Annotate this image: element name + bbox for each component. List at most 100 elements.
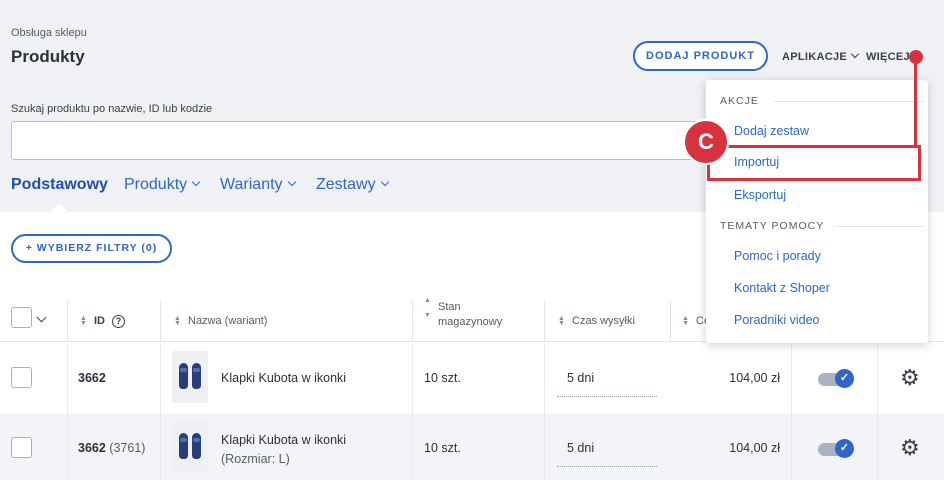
column-id-label: ID: [94, 315, 105, 327]
column-id[interactable]: ▲ ▼ ID ?: [80, 300, 125, 342]
sort-arrows-icon: ▲ ▼: [424, 297, 431, 319]
dropdown-section-actions: AKCJE: [720, 95, 759, 107]
column-shipping[interactable]: ▲ ▼ Czas wysyłki: [558, 300, 635, 342]
tab-basic[interactable]: Podstawowy: [11, 176, 108, 194]
column-divider: [791, 413, 792, 480]
gear-icon[interactable]: ⚙: [900, 437, 920, 459]
column-divider: [412, 413, 413, 480]
more-menu-button[interactable]: WIĘCEJ: [866, 51, 910, 63]
chevron-down-icon: [287, 177, 296, 187]
product-id-value: 3662: [78, 441, 106, 455]
shipping-time[interactable]: 5 dni: [567, 441, 594, 455]
column-divider: [67, 300, 68, 342]
column-divider: [67, 343, 68, 413]
column-divider: [877, 413, 878, 480]
slipper-image: [192, 363, 201, 389]
check-icon: ✓: [835, 369, 854, 388]
divider: [774, 101, 924, 102]
slipper-image: [179, 363, 188, 389]
search-label: Szukaj produktu po nazwie, ID lub kodzie: [11, 103, 213, 115]
table-row: 3662 Klapki Kubota w ikonki 10 szt. 5 dn…: [0, 343, 944, 413]
tab-bundles-label: Zestawy: [316, 176, 376, 193]
column-divider: [67, 413, 68, 480]
product-id: 3662 (3761): [78, 441, 145, 455]
product-name-link[interactable]: Klapki Kubota w ikonki (Rozmiar: L): [221, 431, 346, 469]
menu-item-export[interactable]: Eksportuj: [734, 188, 786, 202]
page-title: Produkty: [11, 47, 85, 66]
select-all-checkbox[interactable]: [11, 307, 32, 328]
table-row: 3662 (3761) Klapki Kubota w ikonki (Rozmi…: [0, 413, 944, 480]
apps-menu-button[interactable]: APLIKACJE: [782, 49, 860, 63]
tab-bundles[interactable]: Zestawy: [316, 176, 389, 194]
active-toggle[interactable]: ✓: [818, 439, 854, 458]
check-icon: ✓: [835, 439, 854, 458]
column-shipping-label: Czas wysyłki: [572, 315, 635, 327]
variant-id: (3761): [109, 441, 146, 455]
search-input[interactable]: [11, 121, 711, 160]
menu-item-contact-shoper[interactable]: Kontakt z Shoper: [734, 281, 830, 295]
column-divider: [412, 343, 413, 413]
column-divider: [791, 343, 792, 413]
stock-value: 10 szt.: [424, 371, 461, 385]
chevron-down-icon: [850, 49, 860, 59]
annotation-pointer-line: [914, 56, 917, 147]
column-divider: [877, 343, 878, 413]
divider: [834, 226, 924, 227]
column-stock[interactable]: ▲ ▼ Stan magazynowy: [424, 297, 503, 342]
choose-filters-button[interactable]: + WYBIERZ FILTRY (0): [11, 234, 172, 263]
product-id: 3662: [78, 371, 106, 385]
shipping-time-underline: [557, 396, 657, 397]
product-name-link[interactable]: Klapki Kubota w ikonki: [221, 369, 346, 388]
row-checkbox[interactable]: [11, 437, 32, 458]
chevron-down-icon[interactable]: [36, 312, 47, 323]
chevron-down-icon: [191, 177, 201, 187]
column-divider: [160, 300, 161, 342]
sort-arrows-icon: ▲ ▼: [174, 315, 181, 327]
menu-item-video-guides[interactable]: Poradniki video: [734, 313, 819, 327]
shipping-time-underline: [557, 466, 657, 467]
column-divider: [412, 300, 413, 342]
row-checkbox[interactable]: [11, 367, 32, 388]
add-product-button[interactable]: DODAJ PRODUKT: [633, 41, 768, 71]
menu-item-help-tips[interactable]: Pomoc i porady: [734, 249, 821, 263]
active-toggle[interactable]: ✓: [818, 369, 854, 388]
column-divider: [544, 300, 545, 342]
column-stock-label-2: magazynowy: [438, 316, 503, 328]
column-divider: [160, 343, 161, 413]
sort-arrows-icon: ▲ ▼: [558, 315, 565, 327]
slipper-image: [179, 433, 188, 459]
tab-products-label: Produkty: [124, 176, 188, 193]
stock-value: 10 szt.: [424, 441, 461, 455]
more-dropdown-menu: AKCJE Dodaj zestaw Importuj Eksportuj TE…: [706, 80, 928, 343]
dropdown-section-help: TEMATY POMOCY: [720, 220, 825, 232]
product-thumbnail[interactable]: [172, 421, 208, 473]
column-divider: [670, 300, 671, 342]
column-name[interactable]: ▲ ▼ Nazwa (wariant): [174, 300, 267, 342]
chevron-down-icon: [380, 177, 389, 187]
column-stock-label-1: Stan: [438, 301, 461, 313]
shipping-time[interactable]: 5 dni: [567, 371, 594, 385]
breadcrumb[interactable]: Obsługa sklepu: [11, 27, 87, 39]
column-divider: [544, 413, 545, 480]
annotation-pointer-dot: [909, 50, 923, 64]
product-thumbnail[interactable]: [172, 351, 208, 403]
price-value: 104,00 zł: [729, 441, 780, 455]
active-tab-indicator: [50, 203, 68, 212]
gear-icon[interactable]: ⚙: [900, 367, 920, 389]
sort-arrows-icon: ▲ ▼: [80, 315, 87, 327]
menu-item-add-bundle[interactable]: Dodaj zestaw: [734, 124, 809, 138]
product-name: Klapki Kubota w ikonki: [221, 433, 347, 447]
slipper-image: [192, 433, 201, 459]
column-name-label: Nazwa (wariant): [188, 315, 268, 327]
annotation-badge: C: [683, 119, 729, 165]
column-divider: [544, 343, 545, 413]
price-value: 104,00 zł: [729, 371, 780, 385]
column-divider: [160, 413, 161, 480]
variant-label: (Rozmiar: L): [221, 452, 290, 466]
annotation-highlight-box: [707, 145, 921, 181]
question-circle-icon[interactable]: ?: [112, 314, 125, 328]
tab-variants-label: Warianty: [220, 176, 283, 193]
tab-variants[interactable]: Warianty: [220, 176, 296, 194]
apps-menu-label: APLIKACJE: [782, 51, 848, 63]
tab-products[interactable]: Produkty: [124, 176, 201, 194]
